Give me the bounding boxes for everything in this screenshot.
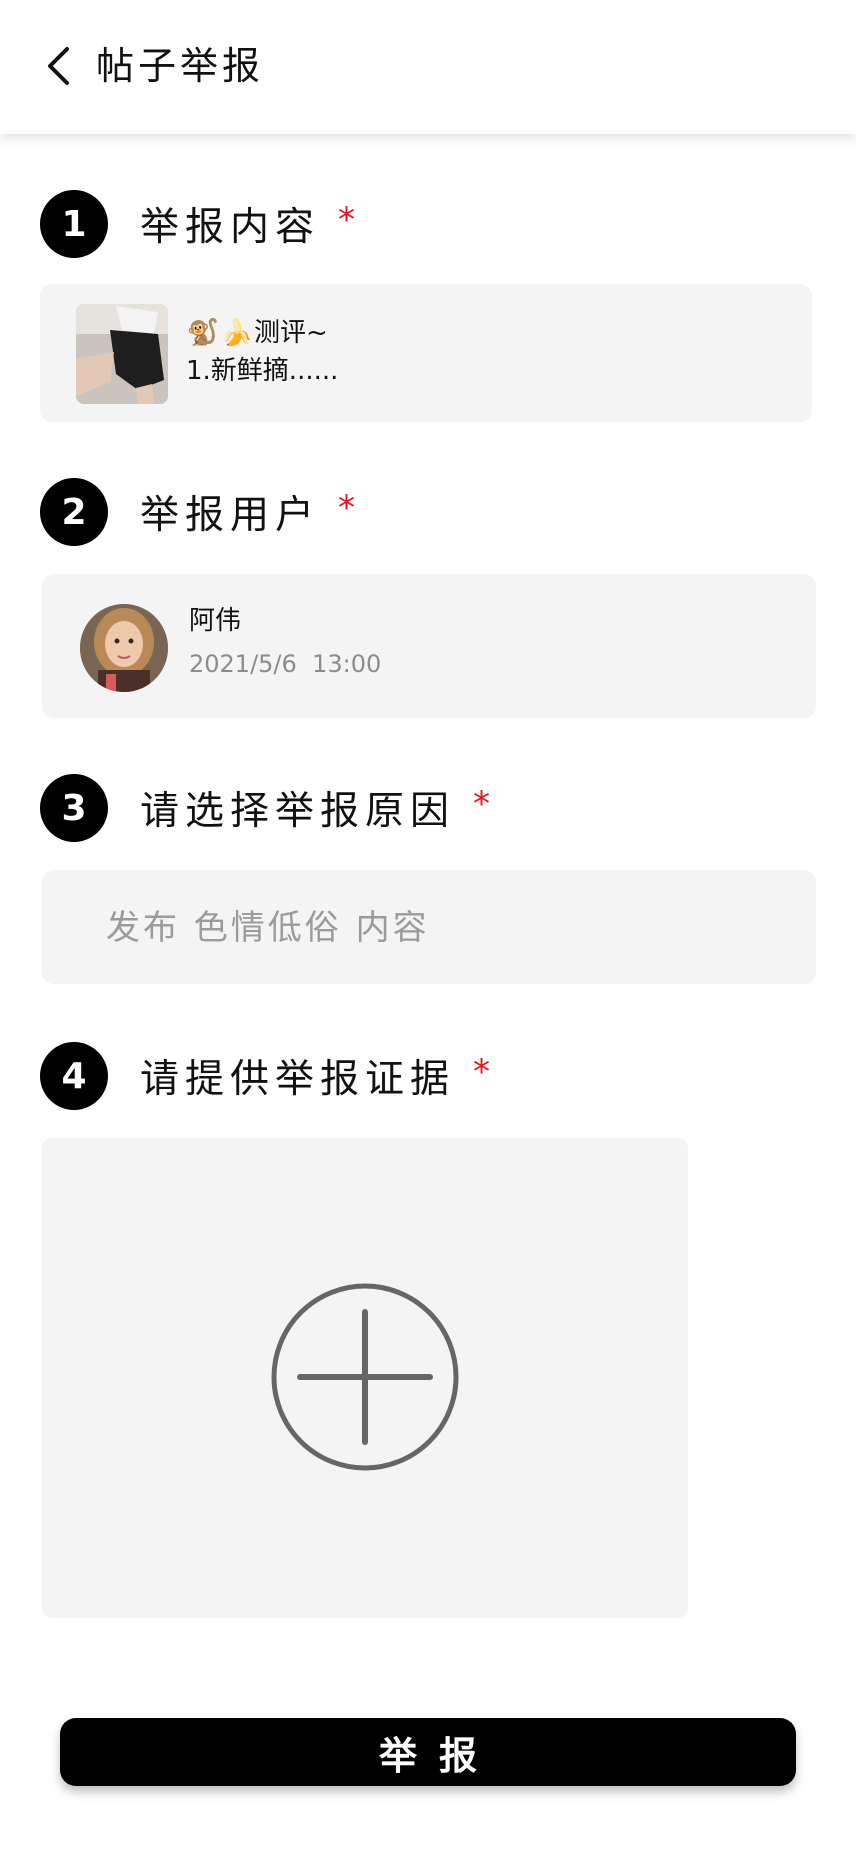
reason-selected-value: 发布 色情低俗 内容	[106, 908, 430, 948]
banana-emoji: 🍌	[220, 318, 254, 348]
section-header-content: 1 举报内容 *	[40, 190, 355, 258]
user-name: 阿伟	[189, 606, 242, 636]
step-number-badge: 2	[40, 478, 108, 546]
post-title: 测评~	[254, 318, 328, 348]
step-number-badge: 3	[40, 774, 108, 842]
plus-circle-icon[interactable]	[270, 1282, 460, 1472]
required-mark: *	[473, 784, 491, 824]
user-time: 13:00	[312, 650, 382, 678]
back-button[interactable]	[38, 44, 78, 88]
page-title: 帖子举报	[96, 44, 265, 88]
step-number-badge: 1	[40, 190, 108, 258]
evidence-upload-area[interactable]	[42, 1138, 688, 1618]
required-mark: *	[338, 488, 356, 528]
section-title: 请选择举报原因	[140, 789, 456, 834]
section-title: 举报内容	[140, 205, 321, 250]
monkey-emoji: 🐒	[186, 318, 220, 348]
avatar-image	[80, 604, 168, 692]
submit-report-button[interactable]: 举报	[60, 1718, 796, 1786]
post-thumbnail	[76, 304, 168, 404]
section-header-reason: 3 请选择举报原因 *	[40, 774, 490, 842]
reported-post-card[interactable]: 🐒🍌测评~ 1.新鲜摘......	[40, 284, 812, 422]
required-mark: *	[338, 200, 356, 240]
section-title: 请提供举报证据	[140, 1057, 456, 1102]
top-bar: 帖子举报	[0, 0, 856, 134]
required-mark: *	[473, 1052, 491, 1092]
avatar	[80, 604, 168, 692]
post-title-line: 🐒🍌测评~	[186, 314, 338, 352]
reason-select[interactable]: 发布 色情低俗 内容	[42, 870, 816, 984]
post-body: 1.新鲜摘......	[186, 356, 339, 386]
step-number-badge: 4	[40, 1042, 108, 1110]
section-header-evidence: 4 请提供举报证据 *	[40, 1042, 490, 1110]
post-summary: 🐒🍌测评~ 1.新鲜摘......	[186, 314, 338, 390]
section-header-user: 2 举报用户 *	[40, 478, 355, 546]
section-title: 举报用户	[140, 493, 321, 538]
chevron-left-icon	[48, 47, 69, 85]
user-date: 2021/5/6	[189, 650, 297, 678]
user-timestamp: 2021/5/6 13:00	[189, 650, 381, 678]
post-image	[76, 304, 168, 404]
reported-user-card[interactable]: 阿伟 2021/5/6 13:00	[42, 574, 816, 718]
